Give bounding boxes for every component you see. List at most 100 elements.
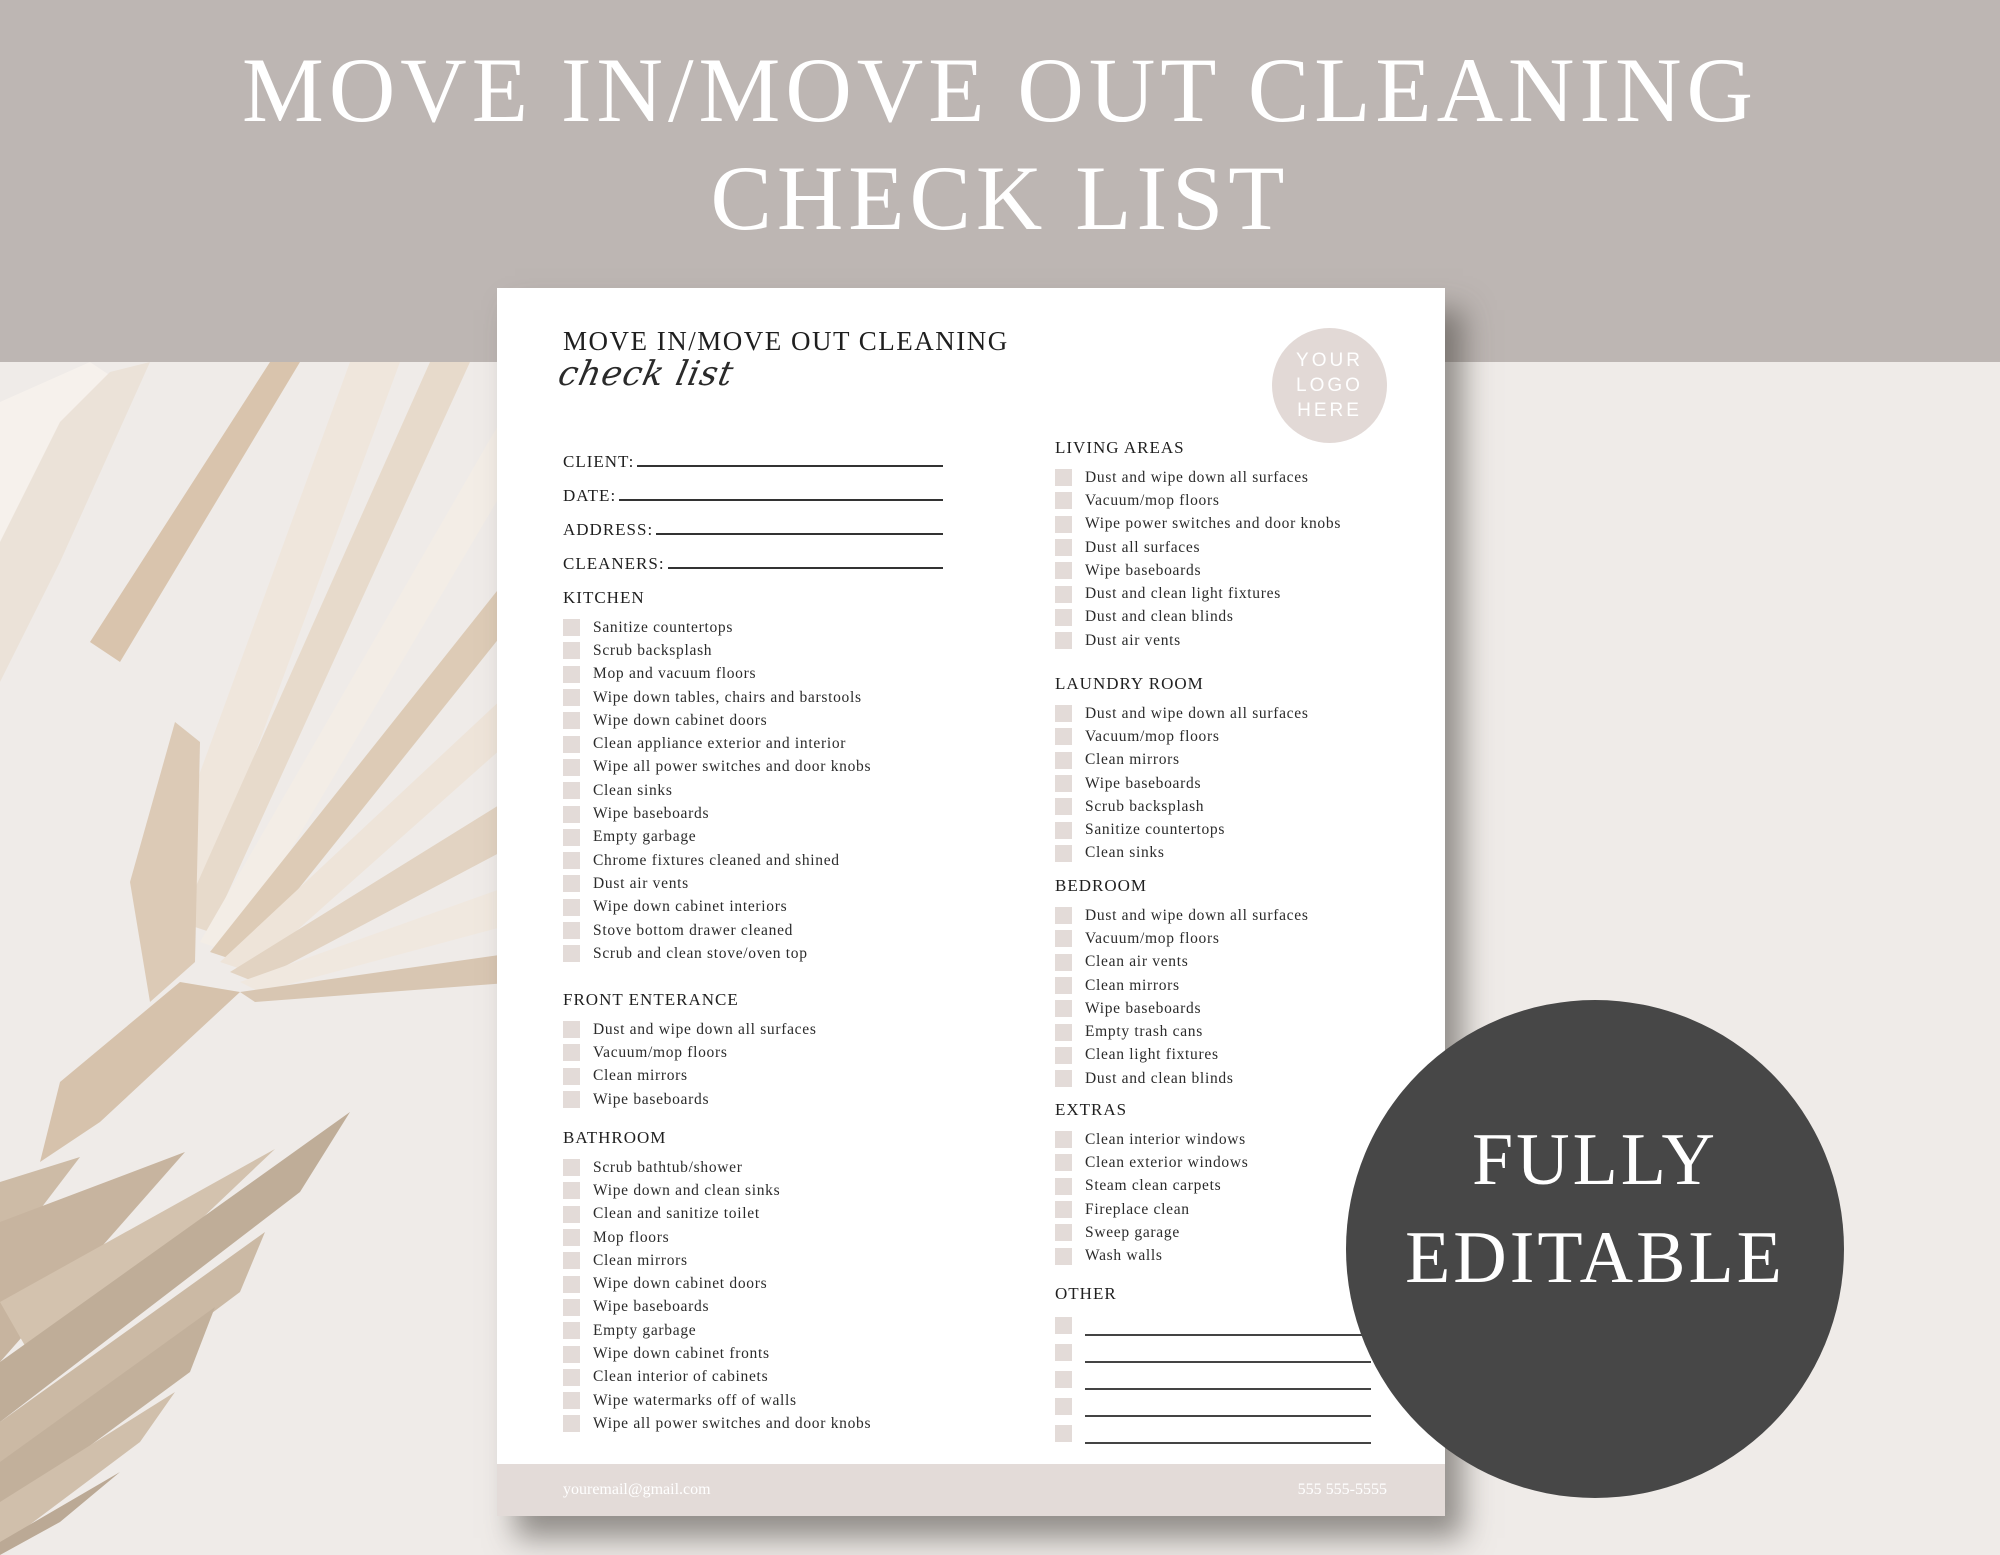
checkbox[interactable] (563, 1345, 580, 1363)
checkbox[interactable] (1055, 798, 1072, 816)
checkbox[interactable] (563, 758, 580, 776)
checklist-item[interactable]: Dust and wipe down all surfaces (1055, 702, 1309, 725)
checklist-item[interactable]: Scrub backsplash (563, 639, 871, 662)
checkbox[interactable] (1055, 585, 1072, 603)
cleaners-input-line[interactable] (667, 567, 943, 569)
checklist-item[interactable]: Clean mirrors (563, 1249, 871, 1272)
checklist-item[interactable]: Empty trash cans (1055, 1020, 1309, 1043)
checkbox[interactable] (1055, 1154, 1072, 1172)
checklist-item[interactable]: Vacuum/mop floors (563, 1041, 817, 1064)
other-blank-item[interactable] (1055, 1366, 1371, 1393)
checkbox[interactable] (1055, 821, 1072, 839)
checkbox[interactable] (563, 922, 580, 939)
checkbox[interactable] (563, 1252, 580, 1270)
checklist-item[interactable]: Wipe all power switches and door knobs (563, 756, 871, 779)
checkbox[interactable] (1055, 1070, 1072, 1088)
checklist-item[interactable]: Wipe baseboards (1055, 559, 1341, 582)
checkbox[interactable] (563, 1021, 580, 1039)
checkbox[interactable] (563, 1368, 580, 1386)
checklist-item[interactable]: Wipe down cabinet fronts (563, 1342, 871, 1365)
checkbox[interactable] (563, 782, 580, 800)
checkbox[interactable] (563, 642, 580, 660)
checklist-item[interactable]: Clean mirrors (1055, 749, 1309, 772)
checklist-item[interactable]: Dust and clean blinds (1055, 1067, 1309, 1090)
checkbox[interactable] (563, 665, 580, 683)
checklist-item[interactable]: Sanitize countertops (563, 616, 871, 639)
checklist-item[interactable]: Clean sinks (563, 779, 871, 802)
checklist-item[interactable]: Dust all surfaces (1055, 536, 1341, 559)
checklist-item[interactable]: Stove bottom drawer cleaned (563, 919, 871, 942)
client-input-line[interactable] (637, 465, 943, 467)
checkbox[interactable] (1055, 1046, 1072, 1064)
checkbox[interactable] (1055, 907, 1072, 925)
checklist-item[interactable]: Dust and wipe down all surfaces (563, 1018, 817, 1041)
other-blank-item[interactable] (1055, 1420, 1371, 1447)
checklist-item[interactable]: Clean exterior windows (1055, 1151, 1248, 1174)
checklist-item[interactable]: Wipe power switches and door knobs (1055, 513, 1341, 536)
checkbox[interactable] (563, 619, 580, 637)
date-field[interactable]: DATE: (563, 472, 943, 506)
checkbox[interactable] (563, 1392, 580, 1410)
checkbox[interactable] (563, 712, 580, 730)
checklist-item[interactable]: Dust and wipe down all surfaces (1055, 904, 1309, 927)
checkbox[interactable] (563, 1067, 580, 1085)
checkbox[interactable] (563, 1298, 580, 1316)
checklist-item[interactable]: Clean and sanitize toilet (563, 1203, 871, 1226)
checklist-item[interactable]: Sweep garage (1055, 1221, 1248, 1244)
blank-write-in-line[interactable] (1085, 1378, 1371, 1390)
date-input-line[interactable] (619, 499, 943, 501)
checkbox[interactable] (1055, 930, 1072, 948)
checkbox[interactable] (1055, 632, 1072, 650)
checklist-item[interactable]: Scrub and clean stove/oven top (563, 942, 871, 965)
checklist-item[interactable]: Wipe baseboards (563, 1088, 817, 1111)
blank-write-in-line[interactable] (1085, 1324, 1371, 1336)
checklist-item[interactable]: Clean interior windows (1055, 1128, 1248, 1151)
checklist-item[interactable]: Mop floors (563, 1226, 871, 1249)
checkbox[interactable] (563, 1044, 580, 1062)
checklist-item[interactable]: Wipe baseboards (563, 802, 871, 825)
checkbox[interactable] (1055, 1398, 1072, 1415)
checklist-item[interactable]: Scrub bathtub/shower (563, 1156, 871, 1179)
checkbox[interactable] (1055, 469, 1072, 487)
checkbox[interactable] (1055, 515, 1072, 533)
checkbox[interactable] (1055, 775, 1072, 793)
checkbox[interactable] (563, 1322, 580, 1340)
checkbox[interactable] (1055, 1425, 1072, 1442)
blank-write-in-line[interactable] (1085, 1432, 1371, 1444)
checkbox[interactable] (1055, 608, 1072, 626)
checklist-item[interactable]: Wipe down cabinet doors (563, 1272, 871, 1295)
checklist-item[interactable]: Clean mirrors (1055, 974, 1309, 997)
checkbox[interactable] (1055, 1000, 1072, 1018)
checkbox[interactable] (1055, 1247, 1072, 1265)
checklist-item[interactable]: Wipe down tables, chairs and barstools (563, 686, 871, 709)
checkbox[interactable] (1055, 562, 1072, 580)
checklist-item[interactable]: Wash walls (1055, 1244, 1248, 1267)
checklist-item[interactable]: Dust and wipe down all surfaces (1055, 466, 1341, 489)
checklist-item[interactable]: Wipe baseboards (563, 1296, 871, 1319)
checklist-item[interactable]: Dust and clean blinds (1055, 606, 1341, 629)
checkbox[interactable] (1055, 751, 1072, 769)
checklist-item[interactable]: Vacuum/mop floors (1055, 927, 1309, 950)
blank-write-in-line[interactable] (1085, 1405, 1371, 1417)
checkbox[interactable] (1055, 844, 1072, 862)
checkbox[interactable] (563, 875, 580, 893)
checkbox[interactable] (563, 689, 580, 707)
checklist-item[interactable]: Clean mirrors (563, 1065, 817, 1088)
checklist-item[interactable]: Mop and vacuum floors (563, 663, 871, 686)
checkbox[interactable] (1055, 1317, 1072, 1334)
checkbox[interactable] (563, 945, 580, 963)
address-input-line[interactable] (656, 533, 943, 535)
address-field[interactable]: ADDRESS: (563, 506, 943, 540)
other-blank-item[interactable] (1055, 1312, 1371, 1339)
checklist-item[interactable]: Wipe down cabinet doors (563, 709, 871, 732)
checklist-item[interactable]: Scrub backsplash (1055, 795, 1309, 818)
checklist-item[interactable]: Clean appliance exterior and interior (563, 732, 871, 755)
checkbox[interactable] (563, 1182, 580, 1200)
checklist-item[interactable]: Dust and clean light fixtures (1055, 582, 1341, 605)
checkbox[interactable] (1055, 953, 1072, 971)
client-field[interactable]: CLIENT: (563, 438, 943, 472)
checkbox[interactable] (1055, 705, 1072, 723)
checklist-item[interactable]: Dust air vents (1055, 629, 1341, 652)
checklist-item[interactable]: Empty garbage (563, 826, 871, 849)
checklist-item[interactable]: Wipe down and clean sinks (563, 1179, 871, 1202)
